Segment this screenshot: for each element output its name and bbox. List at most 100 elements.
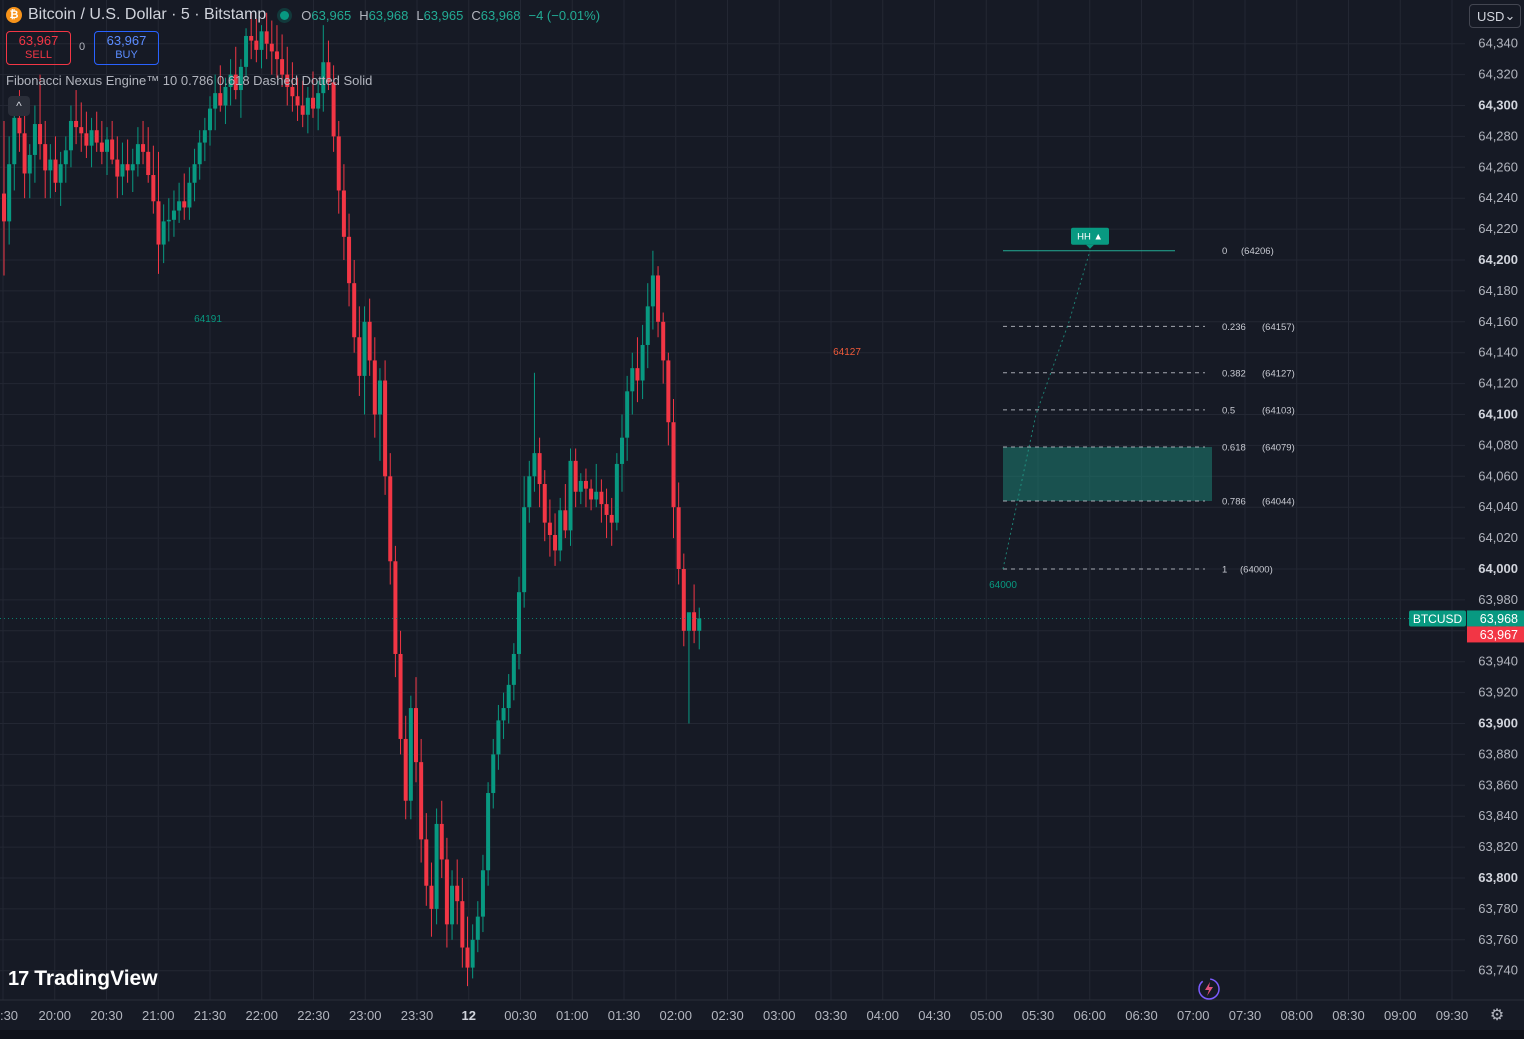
close-value: 63,968: [480, 7, 521, 23]
candle-body: [444, 859, 449, 925]
swing-high-label: 64127: [833, 347, 861, 358]
candle-body: [300, 105, 305, 115]
sell-price: 63,967: [18, 33, 59, 48]
symbol-tag-label: BTCUSD: [1413, 612, 1463, 626]
candle-body: [187, 182, 192, 208]
candle-body: [177, 201, 182, 211]
sell-button[interactable]: 63,967 SELL: [6, 31, 71, 65]
candle-body: [12, 117, 17, 165]
candle-body: [408, 708, 413, 801]
candle-body: [460, 901, 465, 948]
indicator-legend[interactable]: Fibonacci Nexus Engine™ 10 0.786 0.618 D…: [6, 73, 372, 88]
bitcoin-icon: ₿: [6, 7, 22, 23]
x-tick-label: 02:30: [711, 1008, 744, 1023]
open-value: 63,965: [311, 7, 352, 23]
candle-body: [450, 885, 455, 925]
bid-price-label: 63,967: [1480, 628, 1518, 642]
candle-body: [352, 283, 357, 338]
x-tick-label: 03:30: [815, 1008, 848, 1023]
candle-body: [295, 96, 300, 106]
ohlc-values: O63,965 H63,968 L63,965 C63,968 −4 (−0.0…: [301, 8, 600, 23]
candle-body: [650, 275, 655, 307]
y-tick-label: 63,880: [1478, 746, 1518, 761]
candle-body: [686, 612, 691, 631]
fib-ratio-label: 0: [1222, 246, 1227, 257]
candle-body: [74, 120, 79, 128]
y-tick-label: 63,920: [1478, 685, 1518, 700]
x-tick-label: 22:30: [297, 1008, 330, 1023]
price-change: −4 (−0.01%): [528, 7, 601, 23]
y-tick-label: 64,340: [1478, 36, 1518, 51]
buy-label: BUY: [115, 49, 138, 61]
low-label: L: [416, 7, 424, 23]
candle-body: [697, 618, 702, 631]
x-tick-label: 06:30: [1125, 1008, 1158, 1023]
candle-body: [589, 488, 594, 500]
candle-body: [620, 437, 624, 464]
candle-body: [537, 453, 542, 485]
y-tick-label: 64,280: [1478, 128, 1518, 143]
candle-body: [151, 175, 156, 202]
symbol-title[interactable]: Bitcoin / U.S. Dollar · 5 · Bitstamp: [28, 6, 266, 24]
fib-ratio-label: 0.5: [1222, 405, 1235, 416]
candle-body: [578, 480, 583, 492]
hh-badge-pointer: [1086, 244, 1094, 249]
candle-body: [429, 885, 434, 909]
chevron-down-icon: ⌄: [1504, 8, 1516, 23]
y-tick-label: 64,020: [1478, 530, 1518, 545]
y-tick-label: 64,180: [1478, 283, 1518, 298]
fib-ratio-label: 0.236: [1222, 322, 1246, 333]
candle-body: [208, 108, 212, 131]
candle-body: [269, 43, 274, 52]
candle-body: [316, 93, 321, 109]
y-tick-label: 64,000: [1478, 561, 1518, 576]
currency-select[interactable]: USD ⌄: [1469, 4, 1521, 28]
candle-body: [377, 380, 382, 415]
spread-value: 0: [79, 41, 86, 53]
fib-price-label: (64000): [1240, 565, 1273, 576]
x-tick-label: 07:00: [1177, 1008, 1210, 1023]
candle-body: [542, 484, 547, 523]
x-tick-label: 00:30: [504, 1008, 537, 1023]
price-chart[interactable]: 64,340 64,320 64,300 64,280 64,260 64,240 64,2…: [0, 0, 1524, 1039]
y-tick-label: 63,860: [1478, 777, 1518, 792]
x-tick-label: :30: [0, 1008, 18, 1023]
candle-body: [53, 159, 58, 183]
currency-value: USD: [1477, 8, 1505, 24]
gear-icon[interactable]: ⚙: [1488, 1006, 1506, 1024]
swing-low-label: 64191: [194, 314, 222, 325]
candle-body: [161, 221, 166, 245]
candle-body: [367, 321, 372, 361]
candle-body: [290, 86, 295, 97]
candle-body: [486, 793, 491, 871]
last-price-label: 63,968: [1480, 612, 1518, 626]
y-tick-label: 63,940: [1478, 654, 1518, 669]
candle-body: [94, 130, 99, 143]
candle-body: [130, 164, 135, 171]
collapse-legend-button[interactable]: ^: [8, 96, 30, 116]
fib-price-label: (64044): [1262, 497, 1295, 508]
x-tick-label: 09:30: [1436, 1008, 1469, 1023]
candle-body: [218, 93, 223, 106]
candle-body: [419, 762, 424, 840]
y-tick-label: 64,320: [1478, 67, 1518, 82]
candle-body: [553, 535, 558, 551]
y-tick-label: 64,060: [1478, 468, 1518, 483]
buy-button[interactable]: 63,967 BUY: [94, 31, 159, 65]
y-tick-label: 64,260: [1478, 159, 1518, 174]
fib-ratio-label: 1: [1222, 565, 1227, 576]
candle-body: [511, 653, 516, 685]
y-tick-label: 63,820: [1478, 839, 1518, 854]
candle-body: [599, 491, 604, 505]
candle-body: [491, 754, 496, 794]
candle-body: [79, 127, 84, 134]
magic-wand-icon[interactable]: [1196, 976, 1222, 1002]
candle-body: [522, 507, 527, 593]
fib-price-label: (64127): [1262, 368, 1295, 379]
candle-body: [609, 514, 614, 523]
candle-body: [223, 86, 228, 106]
x-tick-label: 20:30: [90, 1008, 123, 1023]
candle-body: [68, 120, 73, 151]
candle-body: [547, 522, 552, 536]
candle-body: [156, 201, 161, 245]
